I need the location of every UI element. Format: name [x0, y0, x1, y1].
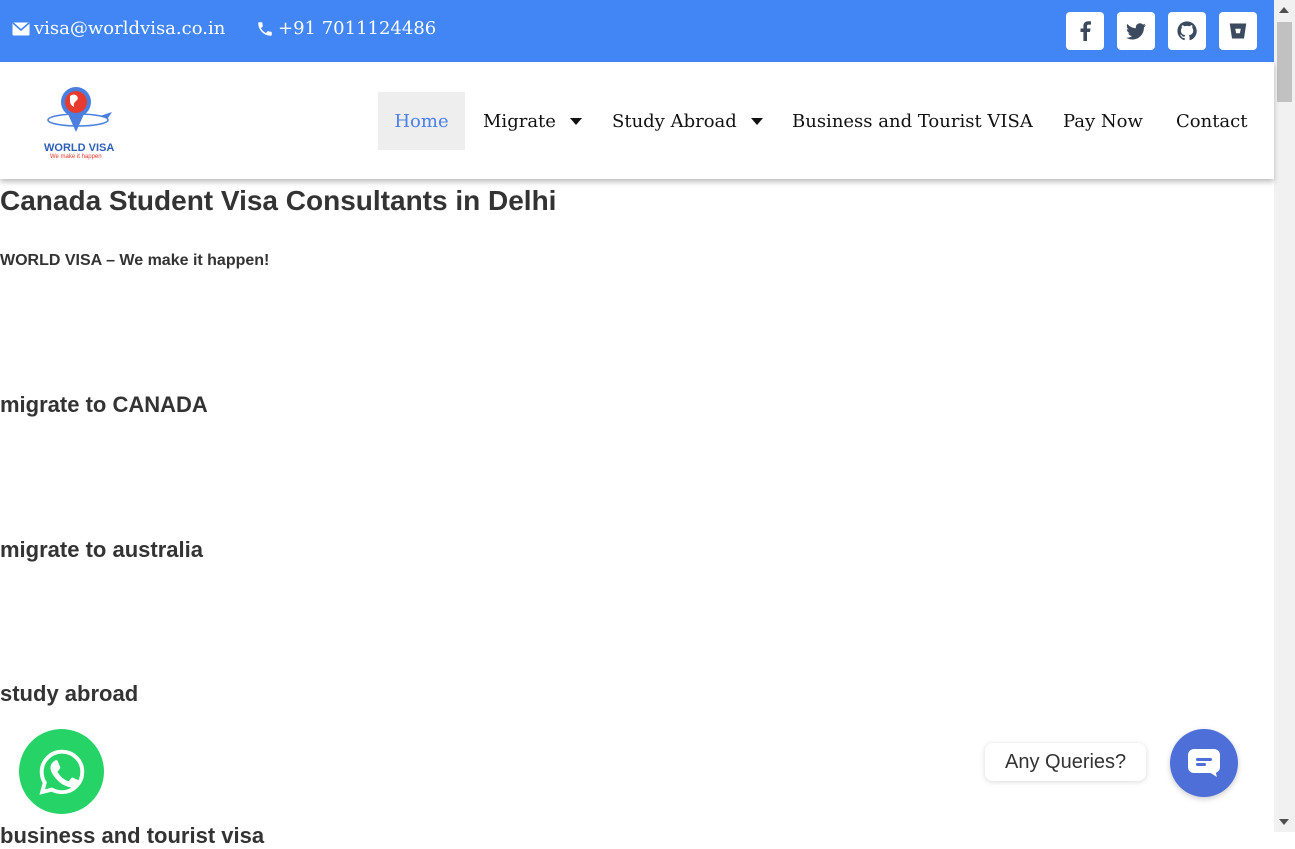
site-logo[interactable]: WORLD VISA We make it happen — [42, 80, 118, 162]
bitbucket-icon — [1229, 23, 1247, 39]
section-heading-migrate-australia: migrate to australia — [0, 537, 203, 562]
page-title: Canada Student Visa Consultants in Delhi — [0, 185, 557, 216]
logo-tagline: We make it happen — [50, 154, 102, 160]
nav-business-label: Business and Tourist VISA — [792, 110, 1033, 132]
envelope-icon — [12, 21, 30, 35]
chevron-down-icon — [750, 117, 763, 125]
nav-pay-now[interactable]: Pay Now — [1063, 92, 1143, 150]
github-button[interactable] — [1168, 12, 1206, 50]
nav-migrate[interactable]: Migrate — [483, 92, 582, 150]
chevron-down-icon — [569, 117, 582, 125]
chat-button[interactable] — [1170, 729, 1238, 797]
chat-icon — [1188, 749, 1220, 777]
queries-label[interactable]: Any Queries? — [985, 743, 1147, 781]
nav-business-tourist-visa[interactable]: Business and Tourist VISA — [792, 92, 1033, 150]
phone-text: +91 7011124486 — [278, 18, 437, 39]
twitter-button[interactable] — [1117, 12, 1155, 50]
scroll-up-icon[interactable] — [1279, 7, 1289, 13]
section-heading-business-tourist-visa: business and tourist visa — [0, 823, 265, 848]
github-icon — [1177, 21, 1197, 41]
phone-link[interactable]: +91 7011124486 — [256, 18, 436, 39]
email-link[interactable]: visa@worldvisa.co.in — [12, 18, 225, 39]
nav-home[interactable]: Home — [378, 92, 465, 150]
whatsapp-icon — [38, 749, 84, 795]
section-heading-migrate-canada: migrate to CANADA — [0, 392, 208, 417]
page-tagline: WORLD VISA – We make it happen! — [0, 252, 270, 269]
nav-contact[interactable]: Contact — [1176, 92, 1247, 150]
top-contact-bar: visa@worldvisa.co.in +91 7011124486 — [0, 0, 1274, 62]
whatsapp-button[interactable] — [19, 729, 104, 814]
main-header: WORLD VISA We make it happen Home Migrat… — [0, 62, 1274, 179]
scroll-down-icon[interactable] — [1279, 819, 1289, 825]
twitter-icon — [1126, 22, 1146, 39]
facebook-button[interactable] — [1066, 12, 1104, 50]
page-scrollbar[interactable] — [1274, 0, 1295, 832]
logo-text: WORLD VISA — [44, 142, 115, 154]
nav-pay-now-label: Pay Now — [1063, 110, 1143, 132]
phone-icon — [258, 21, 272, 36]
section-heading-study-abroad: study abroad — [0, 681, 139, 706]
nav-migrate-label: Migrate — [483, 110, 556, 132]
nav-home-label: Home — [394, 110, 449, 132]
bitbucket-button[interactable] — [1219, 12, 1257, 50]
email-text: visa@worldvisa.co.in — [34, 18, 226, 39]
nav-study-abroad[interactable]: Study Abroad — [612, 92, 763, 150]
facebook-icon — [1080, 21, 1091, 41]
nav-study-abroad-label: Study Abroad — [612, 110, 737, 132]
queries-text: Any Queries? — [1005, 750, 1127, 773]
nav-contact-label: Contact — [1176, 110, 1248, 132]
scrollbar-thumb[interactable] — [1277, 22, 1292, 102]
